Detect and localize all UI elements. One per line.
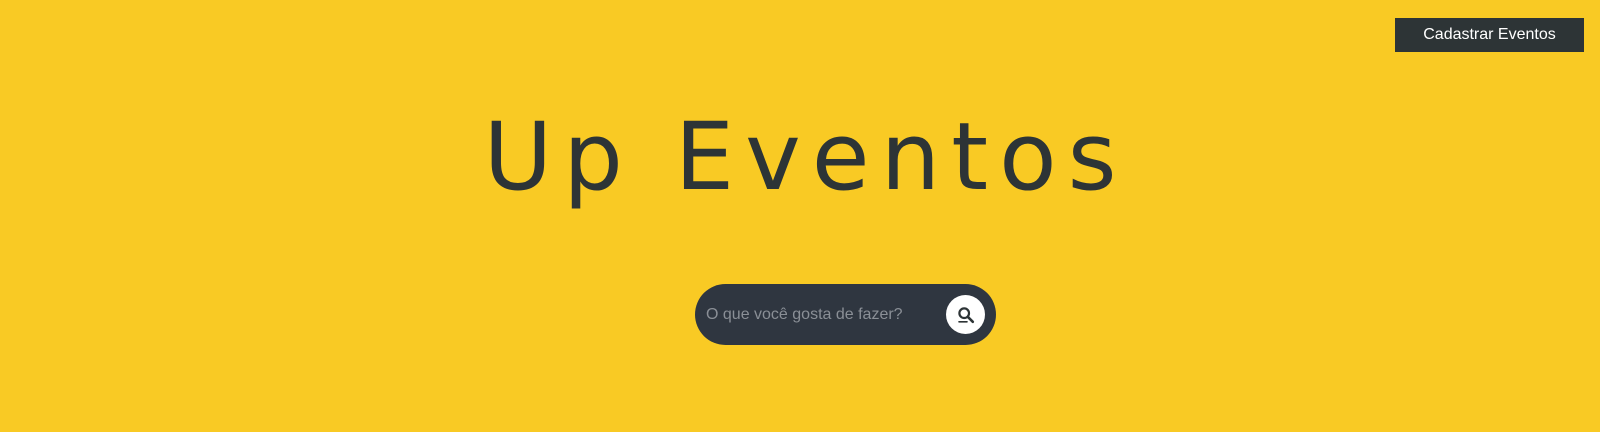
site-title: Up Eventos (483, 103, 1128, 212)
search-bar (695, 284, 996, 345)
register-events-button[interactable]: Cadastrar Eventos (1395, 18, 1584, 52)
search-icon (957, 306, 974, 323)
search-input[interactable] (706, 284, 936, 345)
hero-section: Cadastrar Eventos Up Eventos (0, 0, 1600, 432)
search-button[interactable] (946, 295, 985, 334)
